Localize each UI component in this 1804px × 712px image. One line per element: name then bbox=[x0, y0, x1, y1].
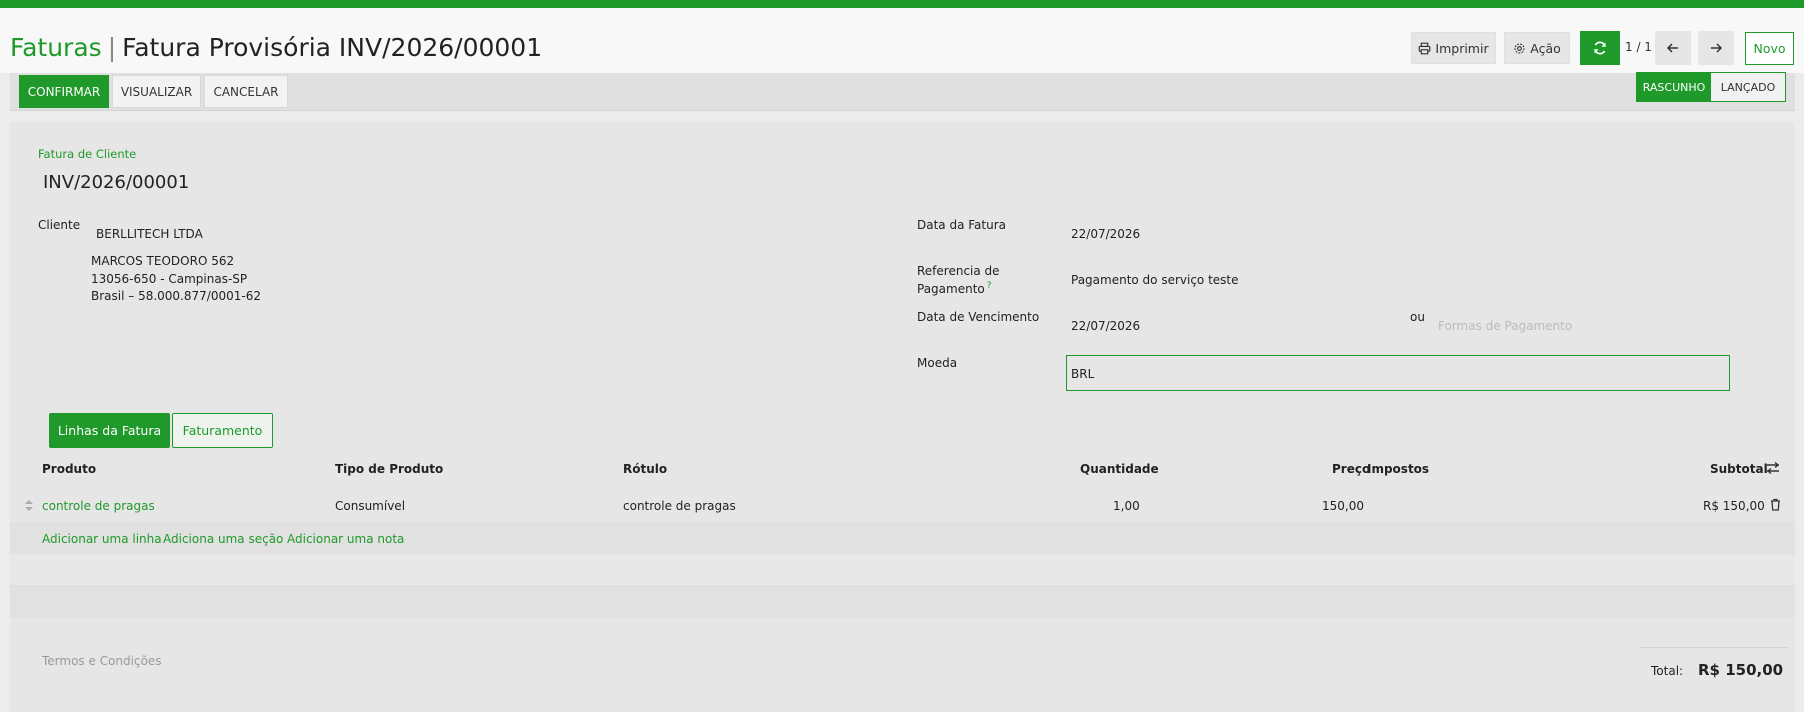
print-button[interactable]: Imprimir bbox=[1411, 32, 1496, 64]
currency-field[interactable]: BRL bbox=[1066, 355, 1730, 391]
invoice-date-label: Data da Fatura bbox=[917, 218, 1007, 232]
status-bar: CONFIRMAR VISUALIZAR CANCELAR bbox=[10, 73, 1795, 111]
document-type: Fatura de Cliente bbox=[38, 147, 137, 161]
refresh-icon bbox=[1594, 41, 1606, 55]
column-header-label[interactable]: Rótulo bbox=[623, 462, 667, 476]
breadcrumb: Faturas | Fatura Provisória INV/2026/00001 bbox=[10, 33, 542, 62]
arrow-left-icon bbox=[1666, 43, 1678, 53]
next-record-button[interactable] bbox=[1698, 31, 1734, 65]
help-tooltip-icon[interactable]: ? bbox=[987, 281, 992, 291]
cell-product[interactable]: controle de pragas bbox=[42, 499, 155, 513]
cell-label: controle de pragas bbox=[623, 499, 736, 513]
currency-value: BRL bbox=[1071, 367, 1095, 381]
column-header-subtotal[interactable]: Subtotal bbox=[1710, 462, 1768, 476]
tab-invoice-lines[interactable]: Linhas da Fatura bbox=[49, 413, 170, 448]
cell-quantity: 1,00 bbox=[1113, 499, 1140, 513]
arrow-right-icon bbox=[1711, 43, 1723, 53]
address-line-2: 13056-650 - Campinas-SP bbox=[91, 272, 248, 286]
stage-posted[interactable]: LANÇADO bbox=[1711, 73, 1785, 101]
payment-ref-label-line2: Pagamento? bbox=[917, 281, 992, 296]
pager-value[interactable]: 1 / 1 bbox=[1625, 40, 1652, 54]
tab-invoicing[interactable]: Faturamento bbox=[172, 413, 273, 448]
total-value: R$ 150,00 bbox=[1698, 661, 1784, 679]
customer-label: Cliente bbox=[38, 218, 81, 232]
or-label: ou bbox=[1410, 310, 1425, 324]
column-header-product-type[interactable]: Tipo de Produto bbox=[335, 462, 443, 476]
payment-terms-field[interactable]: Formas de Pagamento bbox=[1438, 319, 1572, 333]
trash-icon[interactable] bbox=[1770, 498, 1781, 511]
gear-icon bbox=[1514, 42, 1525, 54]
add-section-link[interactable]: Adiciona uma seção bbox=[163, 532, 283, 546]
add-note-link[interactable]: Adicionar uma nota bbox=[287, 532, 404, 546]
printer-icon bbox=[1419, 42, 1431, 54]
payment-ref-label: Pagamento bbox=[917, 282, 985, 296]
column-header-quantity[interactable]: Quantidade bbox=[1080, 462, 1159, 476]
add-line-link[interactable]: Adicionar uma linha bbox=[42, 532, 162, 546]
address-line-3: Brasil – 58.000.877/0001-62 bbox=[91, 289, 261, 303]
print-label: Imprimir bbox=[1435, 40, 1489, 56]
due-date-label: Data de Vencimento bbox=[917, 310, 1040, 324]
breadcrumb-separator: | bbox=[107, 33, 117, 62]
refresh-button[interactable] bbox=[1580, 31, 1620, 65]
column-header-price[interactable]: Preço bbox=[1332, 462, 1370, 476]
invoice-date-field[interactable]: 22/07/2026 bbox=[1071, 227, 1140, 241]
column-header-taxes[interactable]: Impostos bbox=[1367, 462, 1429, 476]
top-accent-bar bbox=[0, 0, 1804, 8]
customer-field[interactable]: BERLLITECH LTDA bbox=[96, 227, 203, 241]
preview-button[interactable]: VISUALIZAR bbox=[112, 75, 201, 108]
stage-selector: RASCUNHO LANÇADO bbox=[1636, 72, 1786, 102]
stage-draft[interactable]: RASCUNHO bbox=[1637, 73, 1711, 101]
column-header-product[interactable]: Produto bbox=[42, 462, 96, 476]
payment-ref-field[interactable]: Pagamento do serviço teste bbox=[1071, 273, 1239, 287]
invoice-number: INV/2026/00001 bbox=[43, 172, 190, 193]
previous-record-button[interactable] bbox=[1655, 31, 1691, 65]
control-panel: Faturas | Fatura Provisória INV/2026/00001… bbox=[0, 8, 1804, 73]
address-line-1: MARCOS TEODORO 562 bbox=[91, 254, 235, 268]
table-row[interactable]: controle de pragas Consumível controle d… bbox=[10, 488, 1795, 522]
empty-row bbox=[10, 586, 1795, 618]
payment-ref-label-line1: Referencia de bbox=[917, 264, 1000, 278]
add-links-row: Adicionar uma linha Adiciona uma seção A… bbox=[10, 522, 1795, 554]
cell-subtotal: R$ 150,00 bbox=[1703, 499, 1765, 513]
currency-label: Moeda bbox=[917, 356, 958, 370]
breadcrumb-invoices-link[interactable]: Faturas bbox=[10, 33, 102, 62]
confirm-button[interactable]: CONFIRMAR bbox=[19, 75, 109, 108]
total-summary: Total: R$ 150,00 bbox=[1640, 647, 1788, 687]
optional-columns-icon[interactable] bbox=[1766, 461, 1780, 475]
cell-price: 150,00 bbox=[1322, 499, 1364, 513]
page-title: Fatura Provisória INV/2026/00001 bbox=[122, 33, 543, 62]
total-label: Total: bbox=[1651, 664, 1684, 678]
new-button[interactable]: Novo bbox=[1745, 32, 1794, 65]
action-button[interactable]: Ação bbox=[1504, 32, 1570, 64]
terms-conditions-field[interactable]: Termos e Condições bbox=[42, 654, 162, 668]
cell-product-type: Consumível bbox=[335, 499, 406, 513]
drag-handle-icon[interactable] bbox=[25, 500, 33, 511]
form-sheet: Fatura de Cliente INV/2026/00001 Cliente… bbox=[10, 122, 1795, 712]
cancel-button[interactable]: CANCELAR bbox=[204, 75, 288, 108]
empty-row bbox=[10, 554, 1795, 586]
action-label: Ação bbox=[1530, 40, 1561, 56]
due-date-field[interactable]: 22/07/2026 bbox=[1071, 319, 1140, 333]
